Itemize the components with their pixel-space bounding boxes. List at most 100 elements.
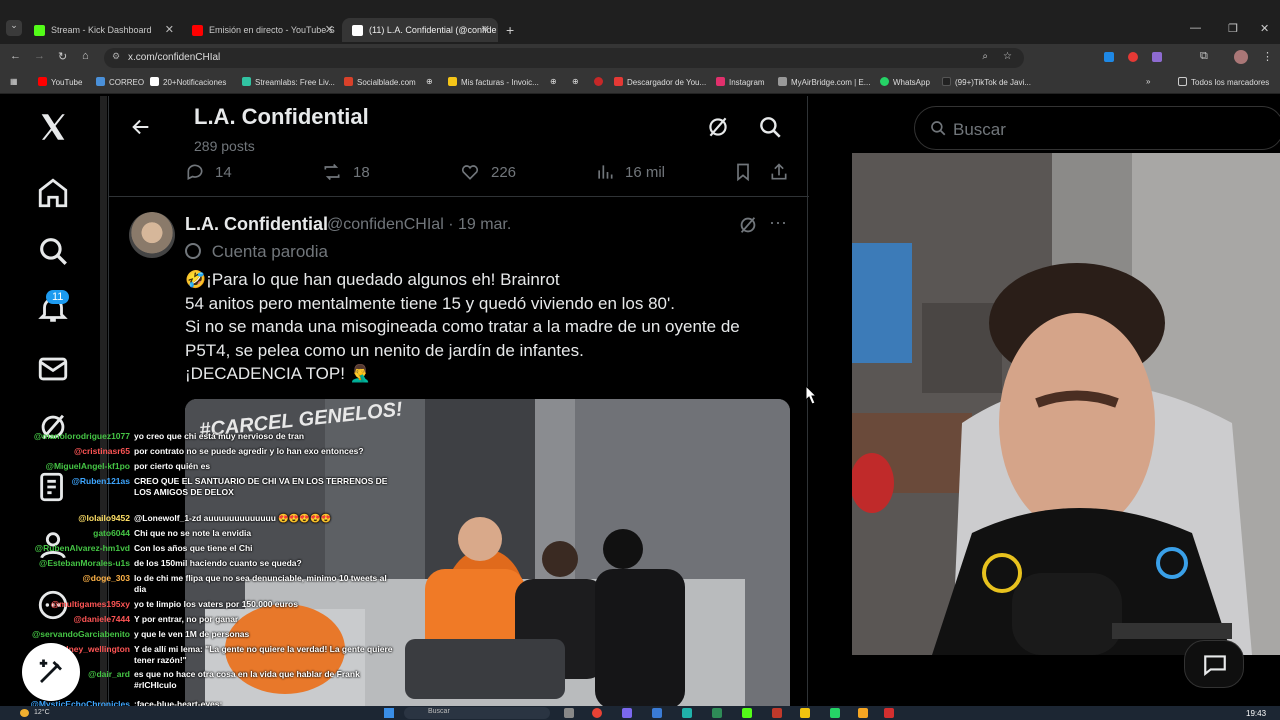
apps-grid-icon[interactable]: ▦ bbox=[10, 77, 18, 86]
bookmark-socialblade[interactable]: Socialblade.com bbox=[344, 77, 416, 87]
chat-text: yo te limpio los vaters por 150.000 euro… bbox=[134, 599, 298, 609]
close-tab-icon[interactable]: ✕ bbox=[165, 23, 174, 36]
post-text-line: Si no se manda una misogineada como trat… bbox=[185, 317, 740, 336]
socialblade-icon bbox=[344, 77, 353, 86]
taskbar-search[interactable]: Buscar bbox=[404, 707, 550, 719]
home-icon[interactable]: ⌂ bbox=[82, 50, 89, 62]
apple-icon[interactable] bbox=[594, 77, 607, 87]
back-arrow-icon[interactable] bbox=[129, 116, 153, 138]
chat-username: @EstebanMorales-u1s bbox=[39, 558, 130, 568]
app-icon[interactable] bbox=[712, 708, 722, 718]
chat-username: @lolailo9452 bbox=[78, 513, 130, 523]
grok-icon[interactable] bbox=[705, 114, 731, 140]
file-icon[interactable] bbox=[564, 708, 574, 718]
whatsapp-icon[interactable] bbox=[830, 708, 840, 718]
globe-icon[interactable]: ⊕ bbox=[426, 77, 433, 86]
bookmark-invoices[interactable]: Mis facturas - Invoic... bbox=[448, 77, 539, 87]
url-field[interactable]: ⚙ x.com/confidenCHIal ⌕ ☆ bbox=[104, 48, 1024, 68]
discord-icon[interactable] bbox=[622, 708, 632, 718]
close-tab-icon[interactable]: ✕ bbox=[325, 23, 334, 36]
tab-youtube-live[interactable]: Emisión en directo - YouTube S ✕ bbox=[182, 18, 342, 42]
bookmark-tiktok[interactable]: (99+)TikTok de Javi... bbox=[942, 77, 1031, 87]
globe-icon[interactable]: ⊕ bbox=[550, 77, 557, 86]
author-avatar[interactable] bbox=[129, 212, 175, 258]
back-icon[interactable]: ← bbox=[10, 50, 21, 62]
messages-mail-icon[interactable] bbox=[36, 352, 70, 386]
extension-icon[interactable] bbox=[1104, 52, 1114, 62]
weather-icon[interactable] bbox=[20, 709, 29, 717]
parody-label: Cuenta parodia bbox=[185, 242, 328, 262]
post-text-line: P5T4, se pelea como un nenito de jardín … bbox=[185, 341, 584, 360]
x-logo-icon bbox=[150, 77, 159, 86]
extension-icon[interactable] bbox=[1128, 52, 1138, 62]
minimize-icon[interactable]: — bbox=[1190, 22, 1201, 34]
bookmark-correo[interactable]: CORREO bbox=[96, 77, 144, 87]
extension-icon[interactable] bbox=[1152, 52, 1162, 62]
search-icon[interactable] bbox=[757, 114, 783, 140]
bookmark-myairbridge[interactable]: MyAirBridge.com | E... bbox=[778, 77, 870, 87]
chat-text: es que no hace otra cosa en la vida que … bbox=[134, 669, 360, 690]
notification-count-badge: 11 bbox=[46, 290, 70, 304]
tab-search-button[interactable]: ⌄ bbox=[6, 20, 22, 36]
windows-start-icon[interactable] bbox=[384, 708, 394, 718]
compose-post-button[interactable] bbox=[22, 643, 80, 701]
extensions-puzzle-icon[interactable]: ⧉ bbox=[1200, 50, 1208, 63]
tab-kick-dashboard[interactable]: Stream - Kick Dashboard ✕ bbox=[24, 18, 182, 42]
app-icon[interactable] bbox=[682, 708, 692, 718]
author-handle-date[interactable]: @confidenCHIal · 19 mar. bbox=[327, 216, 511, 234]
profile-avatar[interactable] bbox=[1234, 50, 1248, 64]
home-icon[interactable] bbox=[36, 176, 70, 210]
bookmark-star-icon[interactable]: ☆ bbox=[1003, 51, 1012, 62]
chrome-icon[interactable] bbox=[592, 708, 602, 718]
kick-icon bbox=[34, 24, 45, 36]
parody-text: Cuenta parodia bbox=[211, 242, 328, 261]
bookmark-instagram[interactable]: Instagram bbox=[716, 77, 765, 87]
chat-username: @cristinasr65 bbox=[73, 446, 130, 456]
more-bookmarks-icon[interactable]: » bbox=[1146, 77, 1150, 86]
reply-button[interactable]: 14 bbox=[185, 162, 232, 182]
author-display-name[interactable]: L.A. Confidential bbox=[185, 214, 328, 235]
app-icon[interactable] bbox=[884, 708, 894, 718]
explore-search-icon[interactable] bbox=[36, 234, 70, 268]
zoom-icon[interactable]: ⌕ bbox=[982, 51, 988, 62]
reload-icon[interactable]: ↻ bbox=[58, 50, 67, 63]
bookmark-whatsapp[interactable]: WhatsApp bbox=[880, 77, 930, 87]
globe-icon[interactable]: ⊕ bbox=[572, 77, 579, 86]
views-button[interactable]: 16 mil bbox=[595, 162, 665, 182]
new-tab-button[interactable]: + bbox=[506, 22, 514, 38]
maximize-icon[interactable]: ❐ bbox=[1228, 22, 1238, 35]
messages-drawer-button[interactable] bbox=[1184, 640, 1244, 688]
bookmark-youtube[interactable]: YouTube bbox=[38, 77, 82, 87]
bookmarks-bar: ▦ YouTube CORREO 20+Notificaciones Strea… bbox=[0, 72, 1280, 94]
bookmark-streamlabs[interactable]: Streamlabs: Free Liv... bbox=[242, 77, 335, 87]
x-logo-icon[interactable] bbox=[36, 110, 70, 144]
bookmark-downloader[interactable]: Descargador de You... bbox=[614, 77, 706, 87]
webcam-illustration bbox=[852, 153, 1280, 655]
chat-text: por cierto quién es bbox=[134, 461, 211, 471]
folder-icon[interactable] bbox=[858, 708, 868, 718]
forward-icon[interactable]: → bbox=[34, 50, 45, 62]
app-icon[interactable] bbox=[800, 708, 810, 718]
share-icon[interactable] bbox=[769, 162, 789, 182]
close-tab-icon[interactable]: ✕ bbox=[481, 23, 490, 36]
post-more-icon[interactable]: ··· bbox=[769, 212, 787, 233]
grok-icon[interactable] bbox=[737, 214, 759, 236]
post-text-line: 🤣¡Para lo que han quedado algunos eh! Br… bbox=[185, 270, 560, 289]
tab-x-profile[interactable]: (11) L.A. Confidential (@confide ✕ bbox=[342, 18, 498, 42]
bookmark-icon[interactable] bbox=[733, 162, 753, 182]
chat-text: de los 150mil haciendo cuanto se queda? bbox=[134, 558, 302, 568]
app-icon[interactable] bbox=[742, 708, 752, 718]
bookmark-notifications[interactable]: 20+Notificaciones bbox=[150, 77, 226, 87]
url-text: x.com/confidenCHIal bbox=[128, 52, 221, 63]
views-count: 16 mil bbox=[625, 163, 666, 181]
repost-button[interactable]: 18 bbox=[321, 162, 370, 182]
app-icon[interactable] bbox=[772, 708, 782, 718]
like-button[interactable]: 226 bbox=[459, 162, 516, 182]
all-bookmarks-folder[interactable]: Todos los marcadores bbox=[1178, 77, 1269, 87]
edge-icon[interactable] bbox=[652, 708, 662, 718]
site-info-icon[interactable]: ⚙ bbox=[112, 51, 120, 62]
close-window-icon[interactable]: ✕ bbox=[1260, 22, 1269, 35]
browser-menu-icon[interactable]: ⋮ bbox=[1262, 50, 1273, 63]
repost-count: 18 bbox=[353, 163, 370, 181]
search-input[interactable]: Buscar bbox=[914, 106, 1280, 150]
